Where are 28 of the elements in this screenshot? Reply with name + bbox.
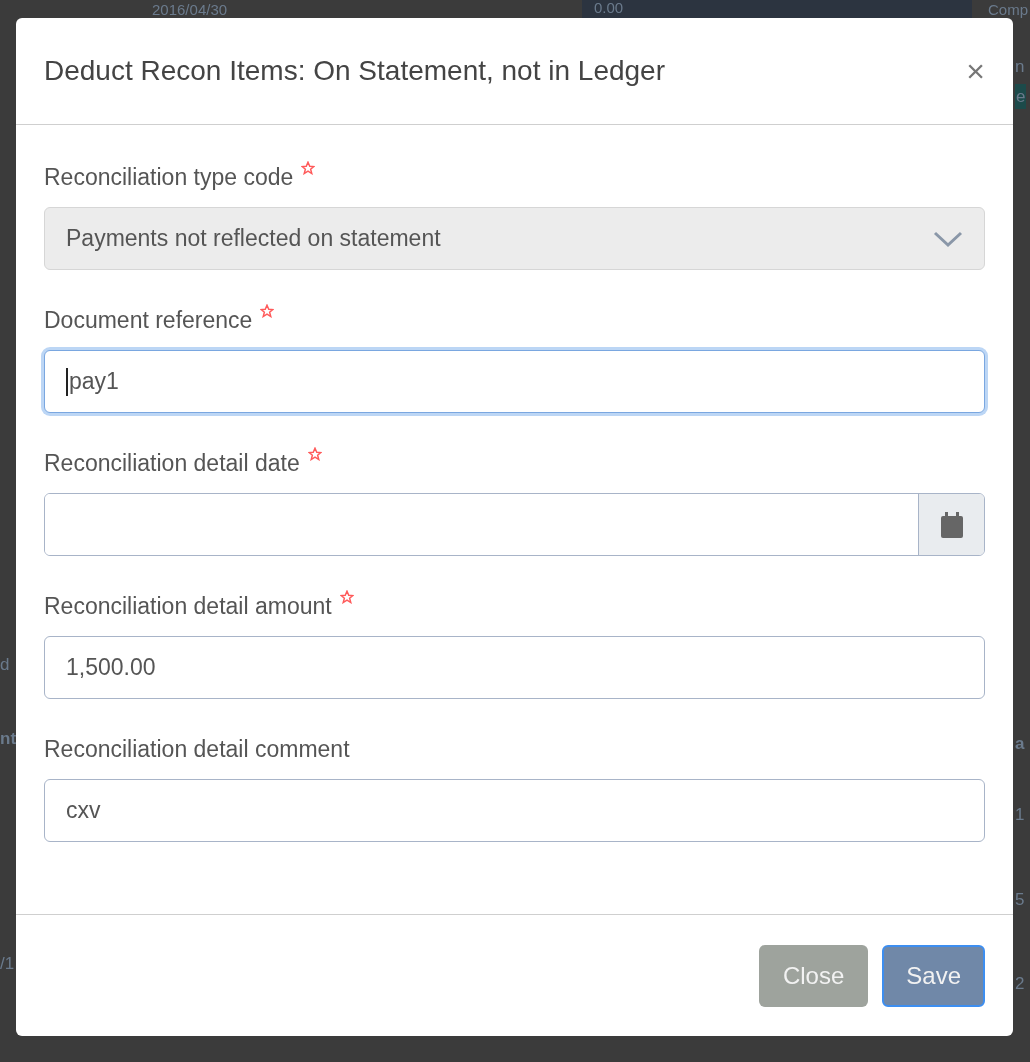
text-field[interactable]: 1,500.00	[44, 636, 985, 699]
table-cell: e	[1015, 83, 1027, 109]
field-label: Reconciliation detail comment	[44, 735, 350, 764]
amount-cell: 0.00	[582, 0, 972, 18]
field-label: Reconciliation type code	[44, 163, 294, 192]
table-cell-text: n	[1015, 56, 1025, 78]
text-cursor	[66, 367, 68, 396]
date-cell-text: 2016/04/30	[152, 1, 229, 17]
table-cell-text: nt	[0, 727, 16, 750]
close-button[interactable]: ×	[966, 55, 985, 87]
field-label: Document reference	[44, 306, 253, 335]
text-field[interactable]: cxv	[44, 779, 985, 842]
field-label: Reconciliation detail date	[44, 449, 300, 478]
date-field[interactable]	[44, 493, 985, 556]
text-field[interactable]: pay1	[44, 350, 985, 413]
table-cell-text: d	[0, 654, 11, 676]
table-cell-text: 2	[1015, 972, 1025, 995]
column-header: Comp	[988, 1, 1029, 17]
table-cell-text: a	[1015, 733, 1025, 755]
table-cell-text: 5	[1015, 889, 1025, 911]
table-cell-text: /1	[0, 953, 16, 975]
calendar-button[interactable]	[918, 494, 984, 555]
table-cell-text: 1	[1015, 803, 1025, 826]
save-button[interactable]: Save	[882, 944, 985, 1007]
field-label: Reconciliation detail amount	[44, 592, 332, 621]
dialog-title: Deduct Recon Items: On Statement, not in Ledger	[44, 54, 665, 88]
calendar-icon	[939, 511, 964, 538]
chevron-down-icon	[933, 229, 963, 248]
